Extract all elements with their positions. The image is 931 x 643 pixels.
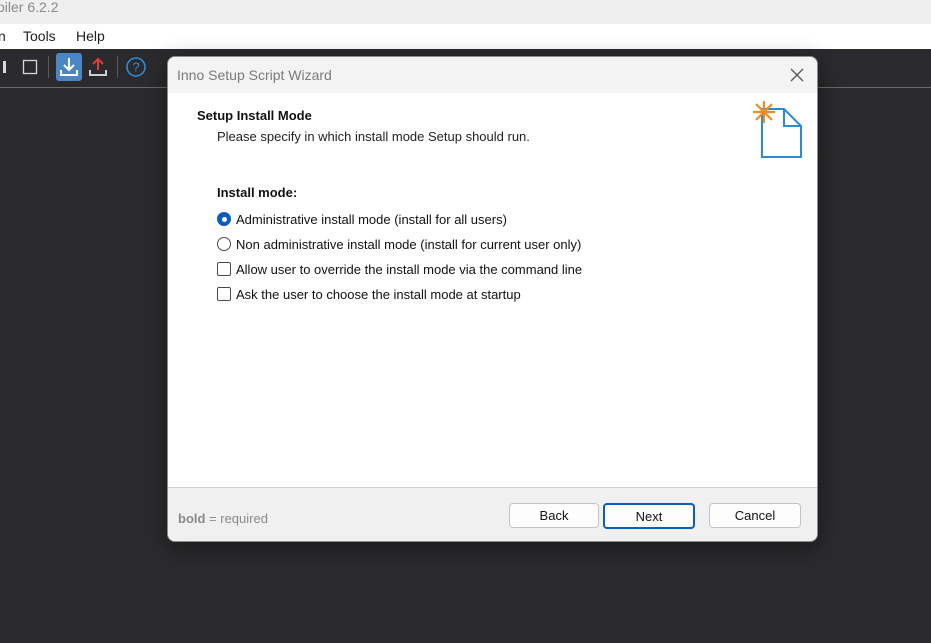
admin-install-mode-radio[interactable]: Administrative install mode (install for… [217,210,507,228]
back-button[interactable]: Back [509,503,599,528]
menu-bar: n Tools Help [0,24,931,49]
stop-icon[interactable] [0,53,18,81]
non-admin-install-mode-radio[interactable]: Non administrative install mode (install… [217,235,581,253]
ask-at-startup-checkbox[interactable]: Ask the user to choose the install mode … [217,285,521,303]
menu-item-tools[interactable]: Tools [23,28,56,44]
toolbar-separator [117,56,118,78]
checkbox-unchecked[interactable] [217,262,231,276]
menu-item-partial[interactable]: n [0,28,6,44]
next-button[interactable]: Next [603,503,695,529]
radio-unchecked[interactable] [217,237,231,251]
install-mode-label: Install mode: [217,185,298,200]
menu-item-help[interactable]: Help [76,28,105,44]
help-icon[interactable]: ? [123,53,149,81]
allow-override-checkbox[interactable]: Allow user to override the install mode … [217,260,582,278]
required-note-bold: bold [178,511,206,526]
square-icon[interactable] [17,53,43,81]
required-note: bold = required [178,511,268,526]
option-label: Allow user to override the install mode … [236,261,583,277]
page-subtitle: Please specify in which install mode Set… [217,129,530,144]
dialog-footer: bold = required Back Next Cancel [168,487,817,541]
close-icon[interactable] [789,67,805,83]
radio-checked[interactable] [217,212,231,226]
page-title: Setup Install Mode [197,108,312,123]
wizard-dialog: Inno Setup Script Wizard Setup Install M… [167,56,818,542]
dialog-title-bar: Inno Setup Script Wizard [168,57,817,93]
app-title: oiler 6.2.2 [0,0,59,15]
required-note-text: = required [205,511,268,526]
cancel-button[interactable]: Cancel [709,503,801,528]
new-file-icon [748,97,808,161]
dialog-title: Inno Setup Script Wizard [177,67,332,83]
upload-icon[interactable] [85,53,111,81]
toolbar-separator [48,56,49,78]
svg-text:?: ? [132,60,139,75]
option-label: Administrative install mode (install for… [236,211,507,227]
option-label: Ask the user to choose the install mode … [236,286,521,302]
checkbox-unchecked[interactable] [217,287,231,301]
download-icon[interactable] [56,53,82,81]
option-label: Non administrative install mode (install… [236,236,582,252]
app-title-bar: oiler 6.2.2 [0,0,931,24]
